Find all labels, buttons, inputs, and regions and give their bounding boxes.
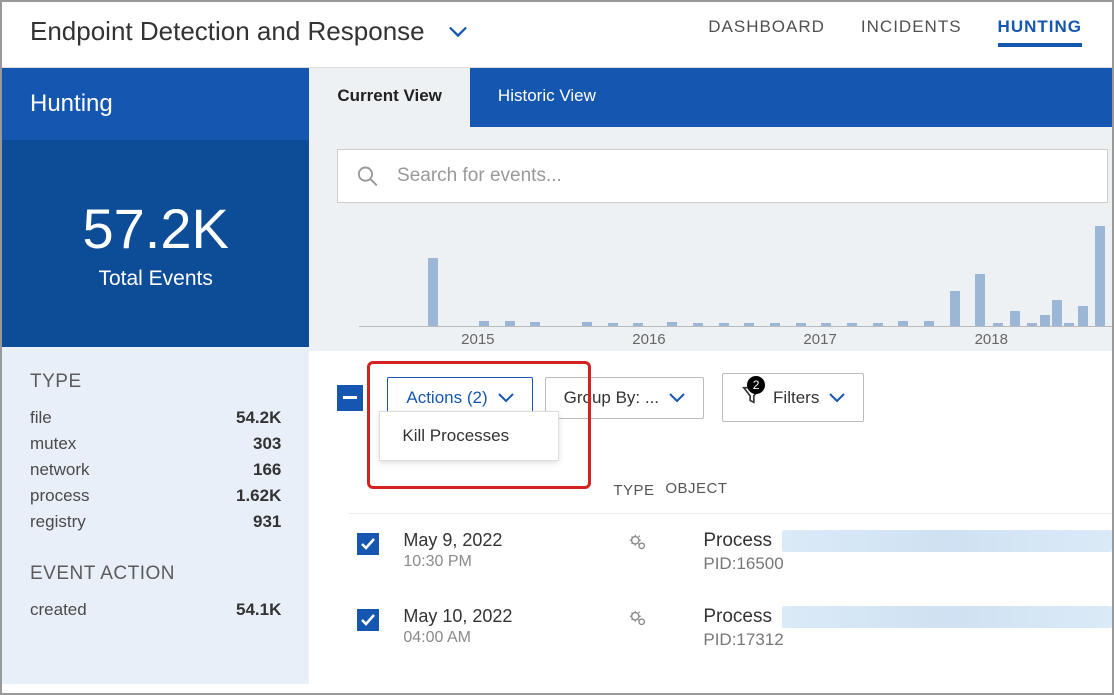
filter-icon: 2 xyxy=(741,384,763,411)
facet-row-file[interactable]: file54.2K xyxy=(30,405,281,431)
chevron-down-icon xyxy=(498,393,514,403)
process-icon xyxy=(627,606,679,635)
filters-label: Filters xyxy=(773,388,819,408)
total-events-label: Total Events xyxy=(2,267,309,291)
chevron-down-icon[interactable] xyxy=(449,26,467,38)
sidebar: Hunting 57.2K Total Events TYPE file54.2… xyxy=(2,68,309,684)
select-all-checkbox[interactable] xyxy=(337,385,363,411)
facets: TYPE file54.2K mutex303 network166 proce… xyxy=(2,347,309,675)
group-by-button[interactable]: Group By: ... xyxy=(545,377,704,419)
facet-row-process[interactable]: process1.62K xyxy=(30,483,281,509)
redacted-name xyxy=(782,530,1112,552)
app-title-group: Endpoint Detection and Response xyxy=(30,16,467,47)
tab-historic-view[interactable]: Historic View xyxy=(470,68,624,127)
nav-dashboard[interactable]: DASHBOARD xyxy=(708,17,825,47)
controls-row: Actions (2) Group By: ... 2 Filters Kill… xyxy=(309,351,1112,422)
header-object[interactable]: OBJECT xyxy=(665,480,1112,499)
facet-event-action: EVENT ACTION created54.1K xyxy=(30,563,281,623)
chevron-down-icon xyxy=(829,393,845,403)
facet-title-type: TYPE xyxy=(30,371,281,393)
row-object: Process PID:16500 xyxy=(703,530,1112,574)
nav-hunting[interactable]: HUNTING xyxy=(998,17,1082,47)
actions-label: Actions (2) xyxy=(406,388,487,408)
facet-row-network[interactable]: network166 xyxy=(30,457,281,483)
total-events-count: 57.2K xyxy=(2,196,309,261)
header-type[interactable]: TYPE xyxy=(613,480,665,499)
redacted-name xyxy=(782,606,1112,628)
facet-row-registry[interactable]: registry931 xyxy=(30,509,281,535)
facet-type: TYPE file54.2K mutex303 network166 proce… xyxy=(30,371,281,535)
row-object: Process PID:17312 xyxy=(703,606,1112,650)
search-icon xyxy=(356,164,379,188)
row-time: May 9, 2022 10:30 PM xyxy=(403,530,603,571)
top-header: Endpoint Detection and Response DASHBOAR… xyxy=(2,2,1112,68)
sidebar-header: Hunting xyxy=(2,68,309,140)
action-kill-processes[interactable]: Kill Processes xyxy=(402,426,536,446)
group-by-label: Group By: ... xyxy=(564,388,659,408)
facet-row-created[interactable]: created54.1K xyxy=(30,597,281,623)
sidebar-title: Hunting xyxy=(30,90,281,118)
process-icon xyxy=(627,530,679,559)
hero-stats: 57.2K Total Events xyxy=(2,140,309,347)
search-zone xyxy=(309,127,1112,203)
actions-dropdown: Kill Processes xyxy=(379,411,559,461)
table-row: May 9, 2022 10:30 PM Process PID:16500 xyxy=(349,514,1112,590)
top-nav: DASHBOARD INCIDENTS HUNTING xyxy=(708,17,1082,47)
chevron-down-icon xyxy=(669,393,685,403)
timeline-chart[interactable]: 2015201620172018 xyxy=(309,203,1112,351)
tabs-bar: Current View Historic View xyxy=(309,68,1112,127)
search-input[interactable] xyxy=(397,165,1089,187)
row-checkbox[interactable] xyxy=(357,533,379,555)
filter-badge-count: 2 xyxy=(747,376,765,394)
search-box[interactable] xyxy=(337,149,1108,203)
facet-title-action: EVENT ACTION xyxy=(30,563,281,585)
facet-row-mutex[interactable]: mutex303 xyxy=(30,431,281,457)
table-header: TIME TYPE OBJECT xyxy=(349,480,1112,514)
table-row: May 10, 2022 04:00 AM Process PID:17312 xyxy=(349,590,1112,666)
content: Current View Historic View 2015201620172… xyxy=(309,68,1112,684)
app-title: Endpoint Detection and Response xyxy=(30,16,425,47)
row-checkbox[interactable] xyxy=(357,609,379,631)
tab-current-view[interactable]: Current View xyxy=(309,68,470,127)
nav-incidents[interactable]: INCIDENTS xyxy=(861,17,962,47)
filters-button[interactable]: 2 Filters xyxy=(722,373,864,422)
row-time: May 10, 2022 04:00 AM xyxy=(403,606,603,647)
